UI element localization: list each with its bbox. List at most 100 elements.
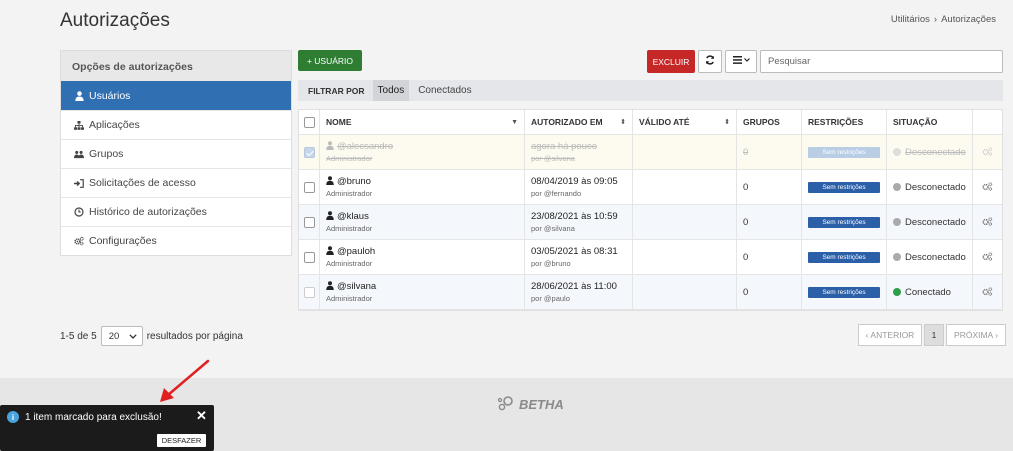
table-row[interactable]: @alecsandro Administrador agora há pouco po… [299,135,1002,170]
authorized-by: por @silvana [531,224,575,233]
sidebar-item-usuarios[interactable]: Usuários [61,81,291,110]
row-checkbox[interactable] [303,251,315,263]
pagination: ‹ ANTERIOR 1 PRÓXIMA › [858,324,1006,346]
cell-grupos: 0 [737,205,802,239]
cell-grupos: 0 [737,170,802,204]
sidebar-item-grupos[interactable]: Grupos [61,139,291,168]
user-icon [326,141,334,152]
cell-restricoes: Sem restrições [802,135,887,169]
add-user-button[interactable]: + USUÁRIO [298,50,362,71]
refresh-icon [705,55,715,68]
column-label: GRUPOS [743,117,780,127]
table-row[interactable]: @bruno Administrador 08/04/2019 às 09:05 po… [299,170,1002,205]
status-text: Desconectado [905,146,966,158]
groups-count: 0 [743,216,749,228]
column-autorizado[interactable]: AUTORIZADO EM ⬍ [525,110,633,134]
authorized-by: por @silvana [531,154,575,163]
cell-situacao: Desconectado [887,170,973,204]
table-row[interactable]: @pauloh Administrador 03/05/2021 às 08:31 p… [299,240,1002,275]
cell-grupos: 0 [737,275,802,309]
cell-restricoes: Sem restrições [802,170,887,204]
restriction-badge[interactable]: Sem restrições [808,146,880,158]
user-role: Administrador [326,294,373,303]
status-text: Desconectado [905,181,966,193]
username: @klaus [337,211,369,222]
cell-valido [633,135,737,169]
refresh-button[interactable] [698,50,722,73]
groups-count: 0 [743,146,749,158]
cell-nome: @klaus Administrador [320,205,525,239]
row-checkbox[interactable] [303,146,315,158]
table-row[interactable]: @klaus Administrador 23/08/2021 às 10:59 po… [299,205,1002,240]
user-icon [74,91,84,101]
previous-page-button[interactable]: ‹ ANTERIOR [858,324,922,346]
gear-icon[interactable] [982,286,993,298]
columns-menu-button[interactable] [725,50,757,73]
restriction-badge[interactable]: Sem restrições [808,286,880,298]
sidebar-item-historico[interactable]: Histórico de autorizações [61,197,291,226]
user-role: Administrador [326,189,373,198]
cell-restricoes: Sem restrições [802,205,887,239]
gear-icon[interactable] [982,181,993,193]
status-text: Conectado [905,286,951,298]
authorized-date: agora há pouco [531,141,598,152]
per-page-value: 20 [108,330,120,342]
per-page-select[interactable]: 20 [100,326,143,346]
sidebar-item-label: Usuários [89,90,131,102]
row-checkbox[interactable] [303,216,315,228]
sidebar: Opções de autorizações Usuários Aplicaçõ… [60,50,292,256]
select-all-checkbox[interactable] [303,116,315,128]
cell-valido [633,205,737,239]
row-checkbox[interactable] [303,181,315,193]
sidebar-item-configuracoes[interactable]: Configurações [61,226,291,255]
search-input[interactable] [760,50,1003,73]
users-icon [74,149,84,159]
row-checkbox[interactable] [303,286,315,298]
row-checkbox-cell [299,170,320,204]
page-1-button[interactable]: 1 [924,324,944,346]
sidebar-item-aplicacoes[interactable]: Aplicações [61,110,291,139]
groups-count: 0 [743,286,749,298]
delete-button[interactable]: EXCLUIR [647,50,695,73]
sidebar-item-solicitacoes[interactable]: Solicitações de acesso [61,168,291,197]
column-label: VÁLIDO ATÉ [639,117,690,127]
betha-logo: BETHA [497,395,564,413]
next-page-button[interactable]: PRÓXIMA › [946,324,1006,346]
gear-icon[interactable] [982,146,993,158]
close-icon[interactable]: ✕ [196,408,207,424]
sort-icon: ⬍ [724,119,730,126]
users-table: NOME ▼ AUTORIZADO EM ⬍ VÁLIDO ATÉ ⬍ GRUPOS … [298,109,1003,311]
restriction-badge[interactable]: Sem restrições [808,181,880,193]
cell-situacao: Conectado [887,275,973,309]
column-valido[interactable]: VÁLIDO ATÉ ⬍ [633,110,737,134]
username: @pauloh [337,246,376,257]
cogs-icon [74,236,84,246]
cell-nome: @bruno Administrador [320,170,525,204]
sidebar-item-label: Solicitações de acesso [89,177,196,189]
column-label: SITUAÇÃO [893,117,938,127]
groups-count: 0 [743,181,749,193]
cell-actions [973,240,1002,274]
filter-option-conectados[interactable]: Conectados [413,80,476,101]
row-checkbox-cell [299,240,320,274]
table-row[interactable]: @silvana Administrador 28/06/2021 às 11:00… [299,275,1002,310]
filter-option-todos[interactable]: Todos [372,80,410,101]
breadcrumb-utilitarios[interactable]: Utilitários [891,14,930,25]
undo-button[interactable]: DESFAZER [157,434,206,447]
cell-nome: @pauloh Administrador [320,240,525,274]
filter-label: FILTRAR POR [308,85,365,96]
cell-situacao: Desconectado [887,205,973,239]
restriction-badge[interactable]: Sem restrições [808,251,880,263]
column-nome[interactable]: NOME ▼ [320,110,525,134]
status-dot [893,183,901,191]
gear-icon[interactable] [982,216,993,228]
gear-icon[interactable] [982,251,993,263]
sort-icon: ⬍ [620,119,626,126]
cell-nome: @silvana Administrador [320,275,525,309]
breadcrumb-separator: › [933,14,938,25]
user-icon [326,246,334,257]
authorized-date: 08/04/2019 às 09:05 [531,176,618,187]
username: @bruno [337,176,371,187]
restriction-badge[interactable]: Sem restrições [808,216,880,228]
column-situacao: SITUAÇÃO [887,110,973,134]
